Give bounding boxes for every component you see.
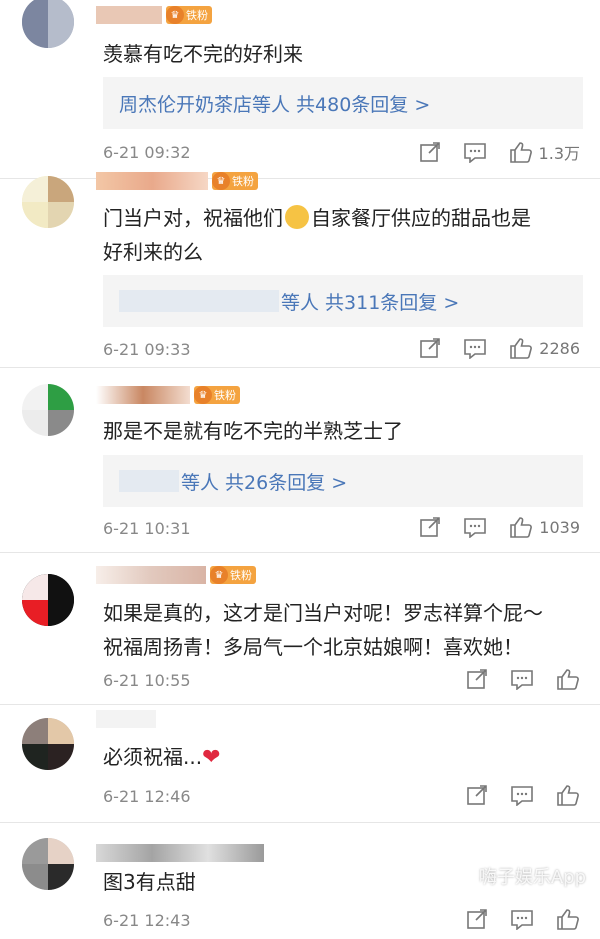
like-button[interactable]: 1.3万	[509, 140, 580, 164]
comment-button[interactable]	[510, 668, 534, 690]
fan-badge: ♛ 铁粉	[212, 172, 258, 190]
username[interactable]: ♛ 铁粉	[96, 170, 258, 192]
comment-text: 那是不是就有吃不完的半熟芝士了	[103, 419, 403, 443]
timestamp: 6-21 12:43	[103, 911, 191, 930]
timestamp: 6-21 10:31	[103, 519, 191, 538]
fan-badge: ♛ 铁粉	[194, 386, 240, 404]
avatar[interactable]	[22, 838, 74, 890]
comment-text: 如果是真的，这才是门当户对呢！罗志祥算个屁～	[103, 601, 543, 625]
avatar[interactable]	[22, 384, 74, 436]
username[interactable]: ♛ 铁粉	[96, 564, 256, 586]
divider	[0, 552, 600, 553]
like-icon	[557, 669, 579, 690]
like-icon	[510, 338, 533, 359]
like-button[interactable]: 1039	[509, 516, 580, 538]
comment-button[interactable]	[510, 908, 534, 930]
comment-button[interactable]	[510, 784, 534, 806]
like-icon	[557, 785, 579, 806]
like-icon	[510, 517, 533, 538]
timestamp: 6-21 09:33	[103, 340, 191, 359]
comment-actions: 1.3万	[397, 140, 580, 164]
comment-icon	[511, 910, 533, 930]
comment-actions	[444, 668, 580, 690]
username[interactable]	[96, 708, 156, 730]
blush-emoji-icon	[285, 205, 309, 229]
share-icon	[467, 785, 487, 805]
comment-text-line2: 祝福周扬青！多局气一个北京姑娘啊！喜欢她！	[103, 635, 523, 659]
username[interactable]	[96, 842, 264, 864]
like-button[interactable]	[556, 668, 580, 690]
reply-summary[interactable]: 等人 共311条回复 >	[103, 275, 583, 327]
like-button[interactable]	[556, 784, 580, 806]
like-button[interactable]: 2286	[509, 337, 580, 359]
crown-icon: ♛	[194, 386, 212, 404]
blurred-name	[119, 290, 279, 312]
crown-icon: ♛	[166, 6, 184, 24]
comment-icon	[464, 518, 487, 538]
crown-icon: ♛	[212, 172, 230, 190]
share-button[interactable]	[466, 784, 488, 806]
share-button[interactable]	[466, 668, 488, 690]
fan-badge: ♛ 铁粉	[210, 566, 256, 584]
divider	[0, 367, 600, 368]
comment-button[interactable]	[463, 337, 487, 359]
avatar[interactable]	[22, 176, 74, 228]
avatar[interactable]	[22, 0, 74, 48]
comment-text: 羡慕有吃不完的好利来	[103, 42, 303, 66]
avatar[interactable]	[22, 574, 74, 626]
username[interactable]: ♛ 铁粉	[96, 384, 240, 406]
comment-actions	[444, 908, 580, 930]
timestamp: 6-21 10:55	[103, 671, 191, 690]
share-button[interactable]	[419, 516, 441, 538]
comment-text: 必须祝福...❤	[103, 745, 221, 770]
divider	[0, 704, 600, 705]
share-button[interactable]	[466, 908, 488, 930]
like-icon	[509, 142, 532, 163]
fan-badge: ♛ 铁粉	[166, 6, 212, 24]
comment-button[interactable]	[463, 516, 487, 538]
share-icon	[467, 909, 487, 929]
comment-text: 门当户对，祝福他们 自家餐厅供应的甜品也是	[103, 205, 531, 230]
comment-icon	[463, 143, 486, 163]
timestamp: 6-21 12:46	[103, 787, 191, 806]
share-icon	[420, 338, 441, 358]
like-button[interactable]	[556, 908, 580, 930]
timestamp: 6-21 09:32	[103, 143, 191, 162]
comment-actions: 2286	[397, 337, 580, 359]
comment-button[interactable]	[463, 141, 487, 163]
share-icon	[420, 517, 441, 537]
like-count: 1.3万	[538, 144, 580, 163]
comment-icon	[511, 670, 533, 690]
crown-icon: ♛	[210, 566, 228, 584]
like-icon	[557, 909, 579, 930]
divider	[0, 822, 600, 823]
comment-icon	[464, 339, 487, 359]
comment-actions	[444, 784, 580, 806]
comment-actions: 1039	[397, 516, 580, 538]
reply-summary[interactable]: 周杰伦开奶茶店等人 共480条回复 >	[103, 77, 583, 129]
username[interactable]: ♛ 铁粉	[96, 4, 212, 26]
avatar[interactable]	[22, 718, 74, 770]
watermark: 嗨子娱乐App	[478, 867, 586, 888]
reply-summary[interactable]: 等人 共26条回复 >	[103, 455, 583, 507]
share-button[interactable]	[419, 337, 441, 359]
comment-icon	[511, 786, 533, 806]
share-icon	[467, 669, 487, 689]
like-count: 1039	[539, 517, 580, 537]
comment-text-line2: 好利来的么	[103, 240, 203, 264]
blurred-name	[119, 470, 179, 492]
heart-emoji-icon: ❤	[202, 745, 221, 770]
share-button[interactable]	[419, 141, 441, 163]
divider	[0, 178, 600, 179]
share-icon	[419, 142, 440, 162]
like-count: 2286	[539, 338, 580, 358]
